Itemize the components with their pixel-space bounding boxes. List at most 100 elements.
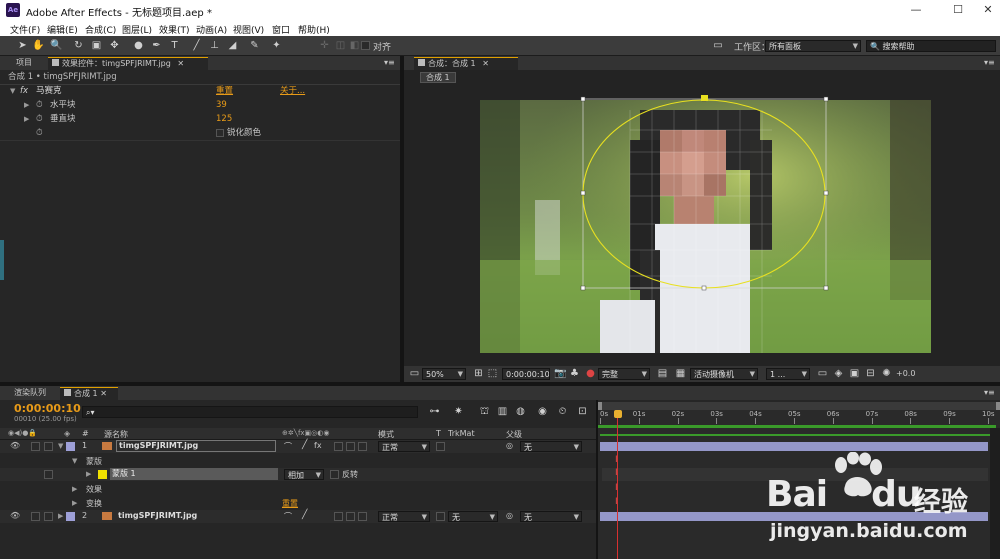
minimize-icon[interactable]: —: [906, 3, 926, 16]
expand-triangle-icon[interactable]: ▶: [58, 512, 63, 520]
expand-triangle-icon[interactable]: ▶: [72, 485, 77, 493]
transparency-grid-icon[interactable]: ▦: [674, 367, 687, 380]
fast-preview-toggle-icon[interactable]: ◈: [832, 367, 845, 380]
exposure-reset-icon[interactable]: ✺: [880, 367, 893, 380]
current-time-field[interactable]: 0:00:00:10: [502, 368, 550, 380]
always-preview-icon[interactable]: ▭: [408, 367, 421, 380]
vertical-blocks-value[interactable]: 125: [216, 113, 232, 126]
stopwatch-icon[interactable]: ⏱: [36, 113, 43, 126]
brainstorm-icon[interactable]: ◉: [536, 405, 549, 418]
panel-resize-handle[interactable]: [0, 240, 4, 280]
snapshot-camera-icon[interactable]: 📷: [554, 367, 567, 380]
toggle-pixel-aspect-icon[interactable]: ▭: [816, 367, 829, 380]
solo-toggle[interactable]: [44, 442, 53, 451]
resolution-dropdown[interactable]: 完整 ▼: [598, 368, 650, 380]
expand-triangle-icon[interactable]: ▼: [58, 442, 63, 450]
camera-tool-icon[interactable]: ▣: [90, 39, 103, 52]
playhead-handle[interactable]: [614, 410, 622, 418]
parent-dropdown[interactable]: 无 ▼: [520, 511, 582, 522]
current-time-display[interactable]: 0:00:00:10: [14, 402, 81, 415]
effect-switch-icon[interactable]: fx: [314, 441, 322, 450]
parent-pickwhip-icon[interactable]: ◎: [506, 511, 513, 520]
work-area-bar-lower[interactable]: [600, 434, 994, 436]
adjustment-toggle[interactable]: [346, 442, 355, 451]
keyframe-marker-icon[interactable]: I: [615, 455, 618, 465]
eraser-tool-icon[interactable]: ◢: [226, 39, 239, 52]
preserve-transparency-toggle[interactable]: [436, 512, 445, 521]
effects-group-row[interactable]: ▶ 效果: [0, 483, 598, 496]
audio-toggle[interactable]: [31, 442, 40, 451]
workspace-dropdown[interactable]: 所有面板 ▼: [765, 40, 861, 52]
sharpen-colors-checkbox[interactable]: [216, 129, 224, 137]
text-tool-icon[interactable]: T: [168, 39, 181, 52]
menu-composition[interactable]: 合成(C): [85, 23, 116, 36]
parent-pickwhip-icon[interactable]: ◎: [506, 441, 513, 450]
expand-triangle-icon[interactable]: ▼: [10, 85, 15, 98]
transform-group-row[interactable]: ▶ 变换 重置: [0, 497, 598, 510]
stopwatch-icon[interactable]: ⏱: [36, 127, 43, 140]
mask-path-ellipse[interactable]: [582, 99, 826, 289]
hand-tool-icon[interactable]: ✋: [32, 39, 45, 52]
expand-triangle-icon[interactable]: ▶: [86, 470, 91, 478]
brush-tool-icon[interactable]: ╱: [190, 39, 203, 52]
selection-tool-icon[interactable]: ➤: [16, 39, 29, 52]
layer-name[interactable]: timgSPFJRIMT.jpg: [118, 511, 197, 520]
adjustment-toggle[interactable]: [346, 512, 355, 521]
shy-switch-icon[interactable]: ⌒: [284, 511, 292, 522]
tab-effect-controls[interactable]: 效果控件：timgSPFJRIMT.jpg ✕: [48, 57, 208, 70]
clone-stamp-tool-icon[interactable]: ⊥: [208, 39, 221, 52]
tab-render-queue[interactable]: 渲染队列: [10, 387, 50, 400]
rotate-tool-icon[interactable]: ↻: [72, 39, 85, 52]
channel-icon[interactable]: ●: [584, 367, 597, 380]
menu-view[interactable]: 视图(V): [233, 23, 264, 36]
fx-icon[interactable]: fx: [20, 85, 28, 98]
effect-reset-link[interactable]: 重置: [216, 85, 233, 98]
keyframe-marker-icon[interactable]: I: [615, 483, 618, 493]
safe-zones-icon[interactable]: ⊞: [472, 367, 485, 380]
graph-editor-icon[interactable]: ⊡: [576, 405, 589, 418]
effect-about-link[interactable]: 关于...: [280, 85, 305, 98]
mask-group-row[interactable]: ▼ 蒙版: [0, 455, 598, 468]
region-of-interest-icon[interactable]: ⬚: [486, 367, 499, 380]
panel-menu-icon[interactable]: ▾≡: [980, 387, 999, 400]
keyframe-marker-icon[interactable]: I: [615, 468, 618, 478]
stopwatch-icon[interactable]: ⏱: [36, 99, 43, 112]
maximize-icon[interactable]: ☐: [948, 3, 968, 16]
horizontal-blocks-value[interactable]: 39: [216, 99, 227, 112]
menu-effect[interactable]: 效果(T): [159, 23, 190, 36]
mask-invert-checkbox[interactable]: [330, 470, 339, 479]
close-icon[interactable]: ✕: [978, 3, 998, 16]
pen-tool-icon[interactable]: ✒: [150, 39, 163, 52]
visibility-eye-icon[interactable]: 👁: [10, 511, 20, 520]
effect-mosaic-row[interactable]: ▼ fx 马赛克 重置 关于...: [0, 85, 400, 98]
views-dropdown[interactable]: 1 ... ▼: [766, 368, 810, 380]
mask-name-field[interactable]: 蒙版 1: [110, 468, 278, 480]
fast-previews-icon[interactable]: ▤: [656, 367, 669, 380]
solo-toggle[interactable]: [44, 512, 53, 521]
camera-dropdown[interactable]: 活动摄像机 ▼: [690, 368, 758, 380]
hide-shy-layers-icon[interactable]: ⛫: [478, 405, 491, 418]
puppet-pin-tool-icon[interactable]: ✦: [270, 39, 283, 52]
expand-triangle-icon[interactable]: ▼: [72, 457, 77, 465]
mask-color-swatch[interactable]: [98, 470, 107, 479]
audio-toggle[interactable]: [31, 512, 40, 521]
motion-blur-toggle[interactable]: [334, 442, 343, 451]
mask-row[interactable]: ▶ 蒙版 1 相加 ▼ 反转: [0, 468, 598, 481]
expand-triangle-icon[interactable]: ▶: [24, 99, 29, 112]
menu-file[interactable]: 文件(F): [10, 23, 40, 36]
motion-blur-icon[interactable]: ◍: [514, 405, 527, 418]
tab-project[interactable]: 项目: [12, 57, 36, 70]
keyframe-marker-icon[interactable]: I: [615, 497, 618, 507]
3d-layer-toggle[interactable]: [358, 442, 367, 451]
tab-timeline-comp[interactable]: 合成 1 ✕: [60, 387, 118, 400]
roto-brush-tool-icon[interactable]: ✎: [248, 39, 261, 52]
layer-row[interactable]: 👁 ▼ 1 timgSPFJRIMT.jpg ⌒ ╱ fx 正常 ▼ ◎ 无 ▼: [0, 440, 598, 453]
layer-search-input[interactable]: ⌕▾: [82, 406, 418, 418]
menu-help[interactable]: 帮助(H): [298, 23, 330, 36]
auto-keyframe-icon[interactable]: ⏲: [556, 405, 569, 418]
blend-mode-dropdown[interactable]: 正常 ▼: [378, 441, 430, 452]
quality-switch-icon[interactable]: ╱: [302, 440, 307, 450]
zoom-tool-icon[interactable]: 🔍: [50, 39, 63, 52]
mask-vertex-selected[interactable]: [701, 95, 708, 101]
expand-triangle-icon[interactable]: ▶: [72, 499, 77, 507]
